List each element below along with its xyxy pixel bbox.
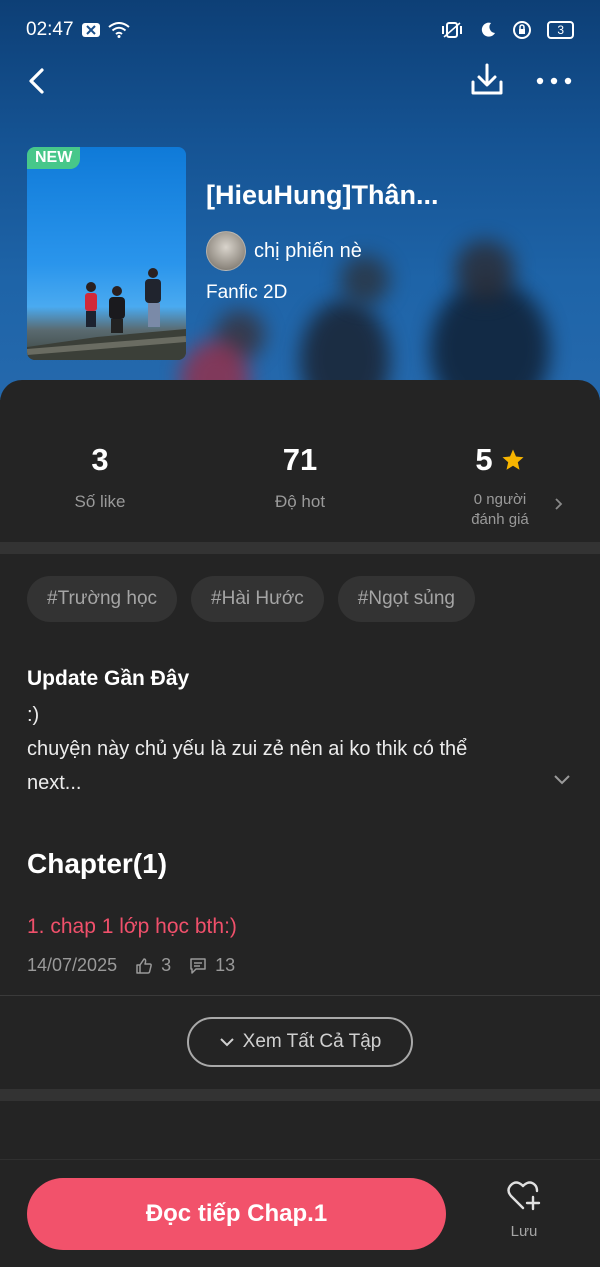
wifi-icon xyxy=(107,22,130,38)
update-heading: Update Gần Đây xyxy=(27,667,190,690)
author-link[interactable]: chị phiến nè xyxy=(206,231,362,271)
rating-count-label: 0 người xyxy=(473,491,527,508)
chapter-meta: 14/07/2025 3 13 xyxy=(27,955,235,976)
stat-hot: 71 Độ hot xyxy=(200,442,400,512)
save-button[interactable]: Lưu xyxy=(496,1180,552,1240)
chapter-date: 14/07/2025 xyxy=(27,955,118,975)
comment-icon xyxy=(190,957,206,974)
tag-chip[interactable]: #Ngọt sủng xyxy=(337,576,475,622)
story-title: [HieuHung]Thân... xyxy=(206,180,439,210)
chevron-down-icon[interactable] xyxy=(552,773,572,787)
story-genre: Fanfic 2D xyxy=(206,282,288,303)
notification-icon xyxy=(81,23,100,37)
continue-reading-button[interactable]: Đọc tiếp Chap.1 xyxy=(27,1178,446,1250)
save-label: Lưu xyxy=(510,1223,538,1240)
tag-chip[interactable]: #Trường học xyxy=(27,576,178,622)
chapter-link[interactable]: 1. chap 1 lớp học bth:) xyxy=(27,915,237,939)
update-line: chuyện này chủ yếu là zui zẻ nên ai ko t… xyxy=(27,738,468,760)
new-badge: NEW xyxy=(27,147,81,169)
cover-photo-people-icon xyxy=(27,268,186,360)
tag-chip[interactable]: #Hài Hước xyxy=(191,576,324,622)
rating-value: 5 xyxy=(475,442,493,477)
battery-indicator: 3 xyxy=(547,21,574,39)
moon-icon xyxy=(482,22,496,37)
stat-likes: 3 Số like xyxy=(0,442,200,512)
bottom-action-bar: Đọc tiếp Chap.1 Lưu xyxy=(0,1159,600,1267)
more-options-icon[interactable] xyxy=(532,60,576,100)
hot-count: 71 xyxy=(282,442,318,477)
section-divider xyxy=(0,542,600,554)
author-name[interactable]: chị phiến nè xyxy=(254,240,362,263)
author-avatar[interactable] xyxy=(206,231,246,271)
see-all-chapters-button[interactable]: Xem Tất Cả Tập xyxy=(187,1017,413,1067)
hot-label: Độ hot xyxy=(274,492,326,511)
lock-rotation-icon xyxy=(513,21,532,39)
update-line: :) xyxy=(27,704,40,726)
see-all-label: Xem Tất Cả Tập xyxy=(242,1031,382,1052)
likes-label: Số like xyxy=(74,492,126,511)
chapter-likes: 3 xyxy=(161,955,172,975)
story-detail-sheet: 3 Số like 71 Độ hot 5 0 người đánh giá #… xyxy=(0,380,600,1267)
thumbs-up-icon xyxy=(136,957,152,974)
star-icon xyxy=(502,449,524,470)
heart-add-icon xyxy=(507,1181,541,1211)
stat-rating[interactable]: 5 0 người đánh giá xyxy=(400,442,600,530)
chapter-comments: 13 xyxy=(215,955,236,975)
rating-label: đánh giá xyxy=(471,511,529,528)
status-bar: 02:47 3 xyxy=(0,0,600,60)
top-navigation xyxy=(0,58,600,104)
likes-count: 3 xyxy=(91,442,109,477)
status-time: 02:47 xyxy=(26,19,74,40)
tag-list: #Trường học #Hài Hước #Ngọt sủng xyxy=(27,576,475,622)
story-cover-image[interactable]: NEW xyxy=(27,147,186,360)
update-description[interactable]: :) chuyện này chủ yếu là zui zẻ nên ai k… xyxy=(27,698,547,800)
chapter-heading: Chapter(1) xyxy=(27,848,168,879)
vibrate-icon xyxy=(442,22,463,38)
stats-row: 3 Số like 71 Độ hot 5 0 người đánh giá xyxy=(0,380,600,542)
update-line: next... xyxy=(27,772,82,794)
section-divider xyxy=(0,1089,600,1101)
chevron-down-icon xyxy=(219,1038,234,1047)
chapter-divider xyxy=(0,995,600,996)
chevron-right-icon[interactable] xyxy=(551,497,565,511)
back-arrow-icon[interactable] xyxy=(22,62,56,100)
download-icon[interactable] xyxy=(468,60,506,100)
